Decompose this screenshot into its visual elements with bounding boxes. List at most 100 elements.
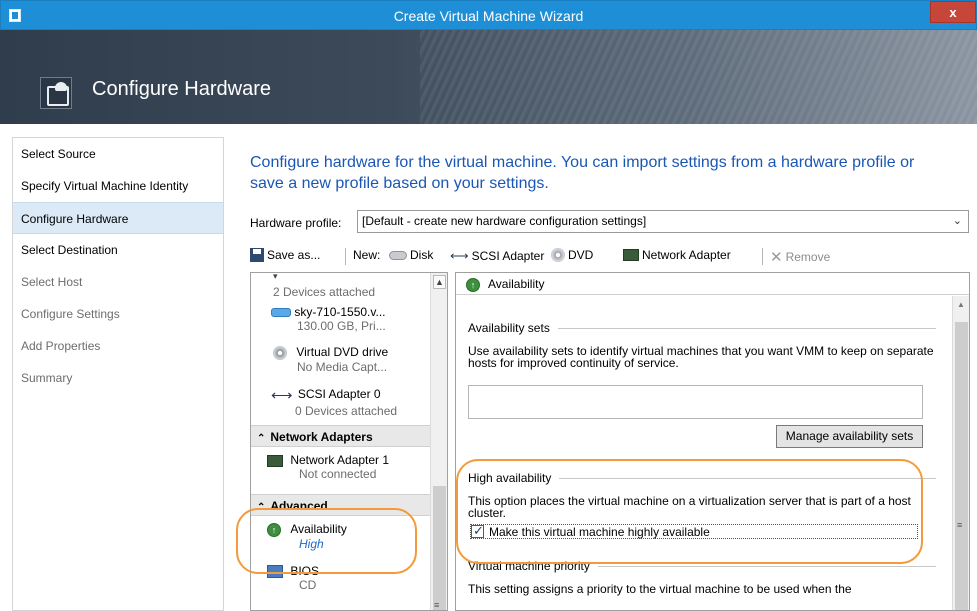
hardware-device-list[interactable]: ▾ 2 Devices attached sky-710-1550.v... 1… bbox=[250, 272, 448, 611]
new-network-adapter-button[interactable]: Network Adapter bbox=[623, 248, 731, 262]
advanced-section-label: Advanced bbox=[270, 499, 328, 513]
availability-sets-description: Use availability sets to identify virtua… bbox=[468, 344, 934, 370]
network-adapter-label: Network Adapter bbox=[642, 248, 731, 262]
scrollbar-thumb[interactable] bbox=[433, 486, 446, 610]
availability-icon: ↑ bbox=[466, 277, 480, 292]
detail-scrollbar[interactable]: ▲ ≡ bbox=[952, 296, 969, 610]
group-divider bbox=[597, 565, 936, 567]
ide-devices-sub: 2 Devices attached bbox=[273, 285, 376, 299]
detail-header-title: Availability bbox=[488, 277, 545, 291]
section-advanced[interactable]: ⌃ Advanced bbox=[251, 494, 431, 516]
priority-title: Virtual machine priority bbox=[468, 559, 590, 573]
scrollbar-thumb[interactable] bbox=[955, 322, 968, 610]
availability-sub: High bbox=[299, 536, 324, 551]
nav-item-select-source[interactable]: Select Source bbox=[13, 138, 223, 170]
priority-description: This setting assigns a priority to the v… bbox=[468, 582, 852, 596]
network-section-label: Network Adapters bbox=[270, 430, 373, 444]
toolbar-divider bbox=[762, 248, 763, 265]
configure-hardware-icon bbox=[40, 77, 72, 109]
priority-group: Virtual machine priority bbox=[468, 559, 936, 573]
save-as-button[interactable]: Save as... bbox=[250, 248, 320, 262]
device-item-network-adapter[interactable]: Network Adapter 1 Not connected bbox=[267, 453, 447, 481]
scroll-up-icon[interactable]: ▲ bbox=[433, 275, 446, 289]
new-scsi-adapter-button[interactable]: ⟷ SCSI Adapter bbox=[450, 248, 544, 264]
network-adapter-sub: Not connected bbox=[299, 467, 377, 481]
high-availability-group: High availability bbox=[468, 471, 936, 485]
nav-item-add-properties: Add Properties bbox=[21, 339, 101, 353]
group-divider bbox=[557, 327, 936, 329]
nav-item-select-host: Select Host bbox=[21, 275, 83, 289]
hardware-toolbar: Save as... New: Disk ⟷ SCSI Adapter DVD … bbox=[250, 244, 970, 270]
device-list-scrollbar[interactable]: ▲ ≡ bbox=[430, 273, 447, 610]
availability-sets-list[interactable] bbox=[468, 385, 923, 419]
disk-icon bbox=[389, 250, 407, 260]
vhd-sub: 130.00 GB, Pri... bbox=[297, 319, 386, 333]
remove-button: ✕ Remove bbox=[770, 248, 830, 266]
collapse-icon: ⌃ bbox=[257, 433, 266, 444]
header-decoration bbox=[420, 30, 977, 124]
scsi-name: SCSI Adapter 0 bbox=[297, 387, 381, 402]
nav-item-specify-identity[interactable]: Specify Virtual Machine Identity bbox=[13, 170, 223, 202]
new-disk-button[interactable]: Disk bbox=[389, 248, 433, 262]
disk-label: Disk bbox=[410, 248, 434, 262]
bios-sub: CD bbox=[299, 578, 317, 593]
network-adapter-name: Network Adapter 1 bbox=[290, 453, 390, 467]
new-label-text: New: bbox=[353, 248, 381, 262]
dvd-icon bbox=[551, 248, 565, 262]
availability-sets-group: Availability sets bbox=[468, 321, 936, 335]
group-divider bbox=[559, 477, 936, 479]
nav-item-configure-hardware[interactable]: Configure Hardware bbox=[13, 202, 223, 234]
main-content: Configure hardware for the virtual machi… bbox=[240, 124, 977, 611]
availability-detail-panel: ↑ Availability Availability sets Use avai… bbox=[455, 272, 970, 611]
device-item-scsi[interactable]: ⟷ SCSI Adapter 0 0 Devices attached bbox=[271, 386, 447, 418]
highly-available-label: Make this virtual machine highly availab… bbox=[489, 524, 710, 539]
save-as-label: Save as... bbox=[267, 248, 321, 262]
remove-icon: ✕ bbox=[770, 249, 783, 266]
toolbar-divider bbox=[345, 248, 346, 265]
scsi-sub: 0 Devices attached bbox=[295, 404, 398, 418]
network-adapter-icon bbox=[623, 249, 639, 261]
scrollbar-grip-icon: ≡ bbox=[957, 520, 963, 530]
highly-available-checkbox[interactable] bbox=[471, 523, 484, 539]
close-button[interactable]: x bbox=[930, 1, 976, 23]
availability-icon: ↑ bbox=[267, 522, 281, 537]
scrollbar-grip-icon: ≡ bbox=[434, 600, 440, 610]
scroll-up-icon[interactable]: ▲ bbox=[957, 300, 965, 309]
new-label: New: bbox=[353, 248, 380, 262]
device-item-dvd[interactable]: Virtual DVD drive No Media Capt... bbox=[273, 345, 447, 374]
dvd-name: Virtual DVD drive bbox=[296, 345, 389, 359]
detail-header: ↑ Availability bbox=[456, 273, 969, 295]
ide-devices-count: 2 Devices attached bbox=[273, 285, 447, 299]
network-adapter-icon bbox=[267, 454, 283, 467]
new-dvd-button[interactable]: DVD bbox=[551, 248, 593, 262]
page-title: Configure Hardware bbox=[92, 78, 271, 100]
collapse-arrow-icon[interactable]: ▾ bbox=[273, 273, 447, 282]
nav-item-configure-settings: Configure Settings bbox=[21, 307, 120, 321]
vhd-name: sky-710-1550.v... bbox=[294, 305, 386, 319]
wizard-header: Configure Hardware bbox=[0, 30, 977, 124]
nav-item-summary: Summary bbox=[21, 371, 73, 385]
scsi-adapter-icon: ⟷ bbox=[450, 248, 469, 263]
section-network-adapters[interactable]: ⌃ Network Adapters bbox=[251, 425, 431, 447]
highly-available-checkbox-row[interactable]: Make this virtual machine highly availab… bbox=[470, 523, 918, 539]
collapse-icon: ⌃ bbox=[257, 502, 266, 513]
window-title: Create Virtual Machine Wizard bbox=[393, 8, 584, 24]
nav-item-select-destination[interactable]: Select Destination bbox=[13, 234, 223, 266]
device-item-availability[interactable]: ↑ Availability High bbox=[267, 522, 447, 551]
dvd-label: DVD bbox=[568, 248, 594, 262]
dvd-drive-icon bbox=[273, 345, 287, 360]
bios-name: BIOS bbox=[290, 564, 320, 578]
hardware-profile-dropdown[interactable]: [Default - create new hardware configura… bbox=[357, 210, 969, 233]
save-icon bbox=[250, 248, 264, 262]
manage-availability-sets-button[interactable]: Manage availability sets bbox=[776, 425, 923, 448]
device-item-bios[interactable]: BIOS CD bbox=[267, 564, 447, 592]
chevron-down-icon: ⌄ bbox=[952, 215, 962, 227]
scsi-adapter-label: SCSI Adapter bbox=[471, 249, 545, 263]
scsi-adapter-icon: ⟷ bbox=[271, 387, 293, 404]
high-availability-title: High availability bbox=[468, 471, 552, 485]
virtual-disk-icon bbox=[271, 308, 291, 318]
availability-sets-title: Availability sets bbox=[468, 321, 550, 335]
wizard-steps-nav: Select Source Specify Virtual Machine Id… bbox=[12, 137, 224, 611]
device-item-vhd[interactable]: sky-710-1550.v... 130.00 GB, Pri... bbox=[271, 305, 447, 333]
intro-text: Configure hardware for the virtual machi… bbox=[250, 154, 915, 192]
